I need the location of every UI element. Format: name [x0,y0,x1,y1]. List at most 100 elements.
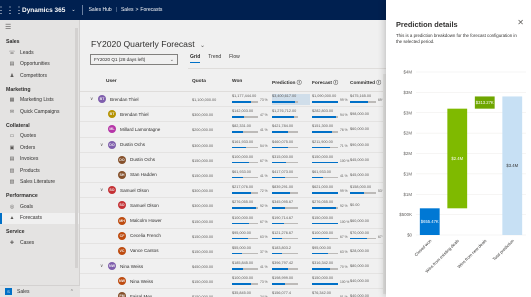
app-name[interactable]: Dynamics 365 [22,7,65,14]
breadcrumb-forecasts[interactable]: Forecasts [140,7,162,13]
user-name[interactable]: Brendan Thiel [110,97,139,102]
tab-flow[interactable]: Flow [229,54,240,63]
forecast-cell[interactable]: $211,900.00 71 % [312,140,350,151]
expand-chevron-icon[interactable]: ∨ [100,142,108,148]
prediction-cell[interactable]: $396,797.42 [272,261,310,272]
sidebar-item-quick-campaigns[interactable]: ✉ Quick Campaigns [0,106,79,118]
column-header-quota[interactable]: Quota [192,79,206,84]
table-row[interactable]: BT Brendan Thiel $300,000.00 $142,003.00 47 … [80,107,386,123]
table-row[interactable]: VC Vance Cantos $150,000.00 $55,000.00 37 % $… [80,244,386,260]
table-row[interactable]: CF Cecelia French $150,000.00 $95,000.00 63 … [80,229,386,244]
prediction-cell[interactable]: $3,400,617.00 [272,94,310,105]
sidebar-item-cases[interactable]: ✚ Cases [0,237,79,249]
forecast-cell[interactable]: $150,000.00 100 % [312,216,350,227]
column-header-committed[interactable]: Committed ⓘ [350,79,381,86]
user-name[interactable]: Stan Hadden [130,172,157,177]
app-chevron-icon[interactable]: ⌄ [71,7,75,13]
table-row[interactable]: NW Nina Weiss $150,000.00 $100,000.00 73 % $1… [80,274,386,290]
user-name[interactable]: Dustin Ochs [120,142,145,147]
column-header-user[interactable]: User [106,79,117,84]
close-icon[interactable]: ✕ [517,18,524,27]
expand-chevron-icon[interactable]: ∨ [90,96,98,102]
prediction-cell[interactable]: $190,714.67 [272,216,310,227]
forecast-cell[interactable]: $100,000.00 67 % [312,231,350,242]
sidebar-item-invoices[interactable]: ▤ Invoices [0,154,79,166]
forecast-cell[interactable]: $95,000.00 63 % [312,246,350,257]
column-header-forecast[interactable]: Forecast ⓘ [312,79,338,86]
column-header-prediction[interactable]: Prediction ⓘ [272,79,302,86]
prediction-cell[interactable]: $315,000.00 [272,155,310,166]
sidebar-item-forecasts[interactable]: ▲ Forecasts [0,212,79,224]
user-name[interactable]: Nina Weiss [120,264,143,269]
forecast-cell[interactable]: $621,000.00 99 % [312,185,350,196]
sidebar-item-sales-literature[interactable]: ▧ Sales Literature [0,177,79,189]
breadcrumb-sales-hub[interactable]: Sales Hub [89,7,112,13]
user-name[interactable]: Cecelia French [130,233,161,238]
forecast-cell[interactable]: $151,300.00 76 % [312,124,350,135]
table-row[interactable]: SO Samuel Olson $300,000.00 $276,055.00 92 %… [80,198,386,214]
tab-grid[interactable]: Grid [190,54,201,63]
table-row[interactable]: ∨ DO Dustin Ochs $300,000.00 $161,933.00 54 %… [80,138,386,153]
user-name[interactable]: Malcolm Hower [130,218,162,223]
committed-cell[interactable]: $475,165.00 69 % [350,94,386,105]
prediction-amount: $345,095.67 [272,200,294,205]
sidebar-item-goals[interactable]: ◎ Goals [0,201,79,213]
column-header-won[interactable]: Won [232,79,242,84]
forecast-cell[interactable]: $61,933.00 41 % [312,170,350,181]
app-launcher-icon[interactable]: ⋮⋮⋮ [0,0,24,20]
forecast-cell[interactable]: $316,342.00 70 % [312,261,350,272]
sidebar-item-orders[interactable]: ▣ Orders [0,142,79,154]
sidebar-item-competitors[interactable]: ♟ Competitors [0,70,79,82]
prediction-cell[interactable]: $345,095.67 [272,200,310,211]
table-row[interactable]: ∨ BT Brendan Thiel $1,100,000.00 $1,177,444.… [80,92,386,108]
user-name[interactable]: Millard Lamontagne [120,127,160,132]
sidebar-item-products[interactable]: ▥ Products [0,165,79,177]
forecast-cell[interactable]: $1,090,000.00 99 % [312,94,350,105]
user-name[interactable]: Dustin Ochs [130,157,155,162]
table-row[interactable]: FMFaisal Mex$150,000.00$35,845.0024 %$15… [80,289,386,297]
table-row[interactable]: ∨ SO Samuel Olson $300,000.00 $217,076.00 72 … [80,183,386,199]
user-name[interactable]: Brendan Thiel [120,112,149,117]
prediction-cell[interactable]: $417,073.00 [272,170,310,181]
table-row[interactable]: ML Millard Lamontagne $200,000.00 $82,331.0… [80,122,386,138]
forecast-cell[interactable]: $276,055.00 92 % [312,200,350,211]
prediction-cell[interactable]: $121,276.67 [272,231,310,242]
committed-cell[interactable]: $70,000.00 67 % [350,231,386,242]
forecast-cell[interactable]: $76,342.0051 % [312,291,350,297]
breadcrumb-sales[interactable]: Sales [121,7,134,13]
committed-progress-fill [350,192,364,194]
prediction-cell[interactable]: $156,077.4 [272,291,310,297]
sidebar-item-marketing-lists[interactable]: ▦ Marketing Lists [0,95,79,107]
prediction-cell[interactable]: $839,291.00 [272,185,310,196]
sidebar-item-opportunities[interactable]: ▤ Opportunities [0,59,79,71]
prediction-cell[interactable]: $460,075.00 [272,140,310,151]
prediction-cell[interactable]: $1,276,712.00 [272,109,310,120]
committed-cell[interactable]: $158,000.00 53 % [350,185,386,196]
expand-chevron-icon[interactable]: ∨ [100,263,108,269]
forecast-cell[interactable]: $150,000.00 100 % [312,155,350,166]
prediction-cell[interactable]: $198,999.00 [272,276,310,287]
won-percent: 41 % [260,173,268,178]
user-name[interactable]: Samuel Olson [120,188,149,193]
tab-trend[interactable]: Trend [208,54,221,63]
area-switcher[interactable]: S Sales ⌃ [0,285,80,297]
sidebar-item-quotes[interactable]: ▭ Quotes [0,131,79,143]
period-selector[interactable]: FY2020 Q1 (28 days left) ⌄ [90,54,178,65]
expand-chevron-icon[interactable]: ∨ [100,187,108,193]
prediction-cell[interactable]: $183,803.2 [272,246,310,257]
prediction-cell[interactable]: $421,784.00 [272,124,310,135]
table-row[interactable]: DO Dustin Ochs $150,000.00 $100,000.00 67 % $… [80,153,386,168]
forecast-title[interactable]: FY2020 Quarterly Forecast ⌄ [91,39,205,49]
user-name[interactable]: Samuel Olson [130,203,159,208]
table-row[interactable]: MH Malcolm Hower $150,000.00 $100,000.00 67 … [80,214,386,229]
forecast-cell[interactable]: $282,803.00 94 % [312,109,350,120]
user-name[interactable]: Vance Cantos [130,248,159,253]
table-row[interactable]: SH Stan Hadden $150,000.00 $61,933.00 41 % $4… [80,168,386,184]
forecast-cell[interactable]: $150,000.00 100 % [312,276,350,287]
forecast-grid: User Quota Won Prediction ⓘ Forecast ⓘ C… [80,74,386,297]
sidebar-item-leads[interactable]: ☏ Leads [0,47,79,59]
hamburger-menu-icon[interactable]: ☰ [0,20,79,34]
sidebar-scrollbar[interactable] [75,28,78,268]
user-name[interactable]: Nina Weiss [130,279,153,284]
table-row[interactable]: ∨ NW Nina Weiss $450,000.00 $185,845.00 41 % $… [80,259,386,275]
